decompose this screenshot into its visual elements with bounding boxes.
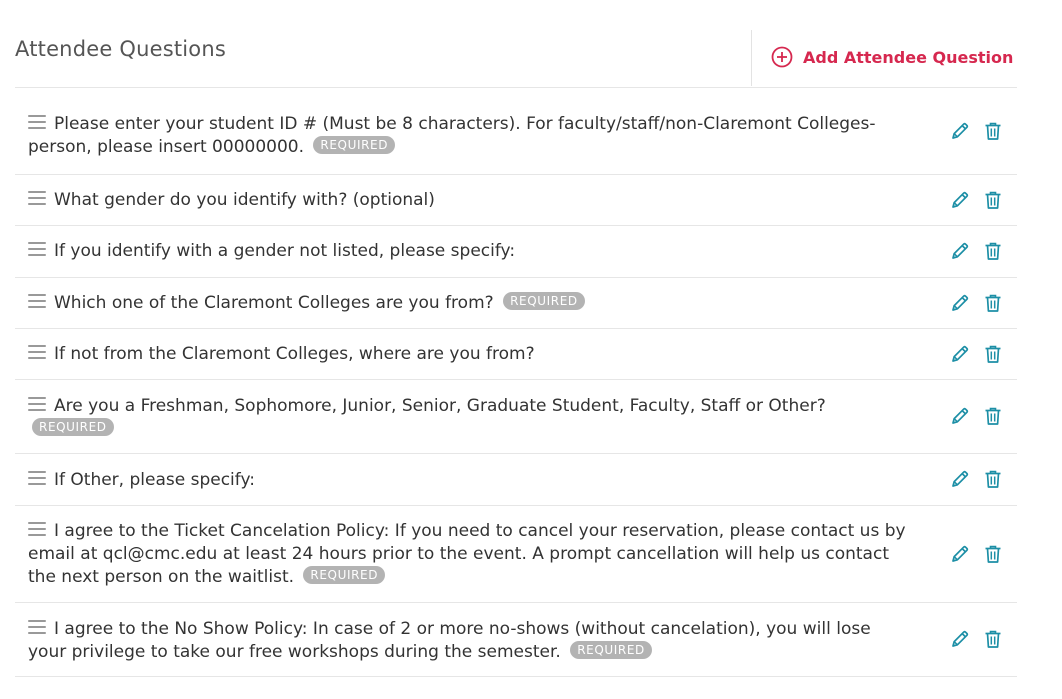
pencil-icon[interactable]: [950, 629, 970, 649]
question-text: If Other, please specify:: [54, 470, 256, 490]
required-badge: REQUIRED: [503, 292, 585, 310]
trash-icon[interactable]: [983, 293, 1003, 313]
question-actions: [950, 121, 1003, 141]
pencil-icon[interactable]: [950, 544, 970, 564]
question-text: If you identify with a gender not listed…: [54, 241, 516, 261]
question-row: Are you a Freshman, Sophomore, Junior, S…: [15, 380, 1017, 454]
question-text: Please enter your student ID # (Must be …: [28, 114, 876, 157]
question-row: What gender do you identify with? (optio…: [15, 175, 1017, 226]
pencil-icon[interactable]: [950, 344, 970, 364]
plus-circle-icon: [771, 46, 793, 68]
pencil-icon[interactable]: [950, 469, 970, 489]
question-row: If not from the Claremont Colleges, wher…: [15, 329, 1017, 380]
question-list: Please enter your student ID # (Must be …: [15, 89, 1017, 677]
drag-handle-icon[interactable]: [28, 397, 46, 411]
question-content: I agree to the Ticket Cancelation Policy…: [28, 520, 908, 589]
question-content: Which one of the Claremont Colleges are …: [28, 292, 908, 315]
question-content: Are you a Freshman, Sophomore, Junior, S…: [28, 395, 908, 441]
pencil-icon[interactable]: [950, 121, 970, 141]
required-badge: REQUIRED: [32, 418, 114, 436]
drag-handle-icon[interactable]: [28, 471, 46, 485]
trash-icon[interactable]: [983, 241, 1003, 261]
page-title: Attendee Questions: [15, 37, 227, 61]
question-text: I agree to the No Show Policy: In case o…: [28, 619, 871, 662]
question-actions: [950, 293, 1003, 313]
question-content: I agree to the No Show Policy: In case o…: [28, 618, 908, 664]
question-content: If not from the Claremont Colleges, wher…: [28, 343, 908, 366]
pencil-icon[interactable]: [950, 406, 970, 426]
add-attendee-question-button[interactable]: Add Attendee Question: [771, 46, 1013, 68]
trash-icon[interactable]: [983, 344, 1003, 364]
question-actions: [950, 406, 1003, 426]
pencil-icon[interactable]: [950, 293, 970, 313]
trash-icon[interactable]: [983, 469, 1003, 489]
drag-handle-icon[interactable]: [28, 620, 46, 634]
question-content: Please enter your student ID # (Must be …: [28, 113, 908, 159]
question-text: If not from the Claremont Colleges, wher…: [54, 344, 535, 364]
question-row: If you identify with a gender not listed…: [15, 226, 1017, 278]
question-actions: [950, 241, 1003, 261]
question-row: If Other, please specify:: [15, 454, 1017, 506]
header-divider: [751, 30, 752, 86]
question-row: Which one of the Claremont Colleges are …: [15, 278, 1017, 329]
question-text: Are you a Freshman, Sophomore, Junior, S…: [54, 396, 826, 416]
drag-handle-icon[interactable]: [28, 115, 46, 129]
trash-icon[interactable]: [983, 544, 1003, 564]
question-text: I agree to the Ticket Cancelation Policy…: [28, 521, 906, 587]
required-badge: REQUIRED: [570, 641, 652, 659]
required-badge: REQUIRED: [313, 136, 396, 154]
pencil-icon[interactable]: [950, 241, 970, 261]
drag-handle-icon[interactable]: [28, 242, 46, 256]
panel-header: Attendee Questions Add Attendee Question: [15, 0, 1017, 88]
drag-handle-icon[interactable]: [28, 294, 46, 308]
trash-icon[interactable]: [983, 629, 1003, 649]
question-actions: [950, 469, 1003, 489]
question-actions: [950, 544, 1003, 564]
question-actions: [950, 190, 1003, 210]
trash-icon[interactable]: [983, 190, 1003, 210]
question-row: I agree to the Ticket Cancelation Policy…: [15, 506, 1017, 603]
attendee-questions-panel: Attendee Questions Add Attendee Question…: [0, 0, 1062, 699]
add-question-label: Add Attendee Question: [803, 47, 1014, 67]
question-actions: [950, 629, 1003, 649]
drag-handle-icon[interactable]: [28, 345, 46, 359]
trash-icon[interactable]: [983, 406, 1003, 426]
question-text: Which one of the Claremont Colleges are …: [54, 293, 494, 313]
trash-icon[interactable]: [983, 121, 1003, 141]
question-row: Please enter your student ID # (Must be …: [15, 89, 1017, 175]
question-content: If you identify with a gender not listed…: [28, 240, 908, 263]
question-text: What gender do you identify with? (optio…: [54, 190, 435, 210]
drag-handle-icon[interactable]: [28, 522, 46, 536]
question-actions: [950, 344, 1003, 364]
required-badge: REQUIRED: [303, 566, 386, 584]
question-content: If Other, please specify:: [28, 469, 908, 492]
drag-handle-icon[interactable]: [28, 191, 46, 205]
question-content: What gender do you identify with? (optio…: [28, 189, 908, 212]
question-row: I agree to the No Show Policy: In case o…: [15, 603, 1017, 677]
pencil-icon[interactable]: [950, 190, 970, 210]
